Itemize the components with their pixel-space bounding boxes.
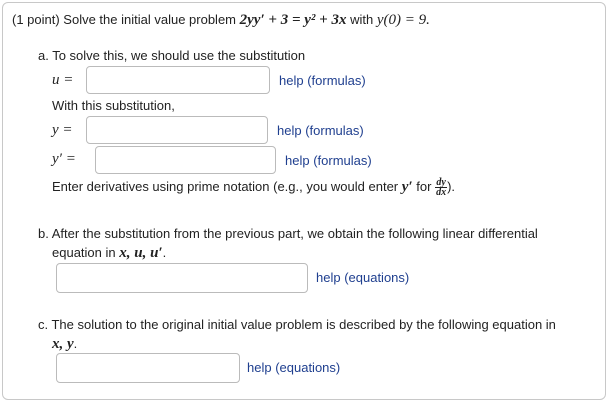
part-b-vars: x, u, u′ [119,245,163,261]
problem-ode: 2yy′ + 3 = y² + 3x [239,12,347,28]
part-c-help-link[interactable]: help (equations) [247,360,340,375]
y-prime-label: y′ = [52,151,76,167]
with-substitution-text: With this substitution, [52,98,175,113]
u-help-link[interactable]: help (formulas) [279,73,366,88]
y-prime-help-link[interactable]: help (formulas) [285,153,372,168]
part-c-vars: x, y [52,336,74,352]
problem-with: with [350,12,374,27]
part-b-help-link[interactable]: help (equations) [316,270,409,285]
solution-equation-input[interactable] [56,353,240,383]
u-label: u = [52,72,74,88]
linear-equation-input[interactable] [56,263,308,293]
problem-initial-condition: y(0) = 9. [376,12,430,28]
derivative-note: Enter derivatives using prime notation (… [52,178,456,198]
u-substitution-input[interactable] [86,66,270,94]
derivative-note-prefix: Enter derivatives using prime notation (… [52,178,399,194]
part-c-line1: c. The solution to the original initial … [38,317,556,332]
part-b-line1: b. After the substitution from the previ… [38,226,538,241]
part-a-intro: a. To solve this, we should use the subs… [38,48,306,63]
problem-statement: (1 point) Solve the initial value proble… [12,12,430,29]
part-b-prefix: equation in [52,245,116,260]
derivative-note-for: for [416,178,432,194]
derivative-note-yprime: y′ [401,178,413,195]
fraction-denominator: dx [436,187,447,198]
y-help-link[interactable]: help (formulas) [277,123,364,138]
y-prime-input[interactable] [95,146,276,174]
part-c-suffix: . [73,336,78,351]
y-label: y = [52,122,73,138]
problem-prefix: (1 point) Solve the initial value proble… [12,12,237,27]
part-b-line2: equation in x, u, u′. [52,245,166,262]
dy-dx-fraction: dy dx [435,178,448,198]
part-b-suffix: . [162,245,167,260]
derivative-note-suffix: ). [447,178,456,194]
y-input[interactable] [86,116,268,144]
part-c-line2: x, y. [52,336,77,353]
